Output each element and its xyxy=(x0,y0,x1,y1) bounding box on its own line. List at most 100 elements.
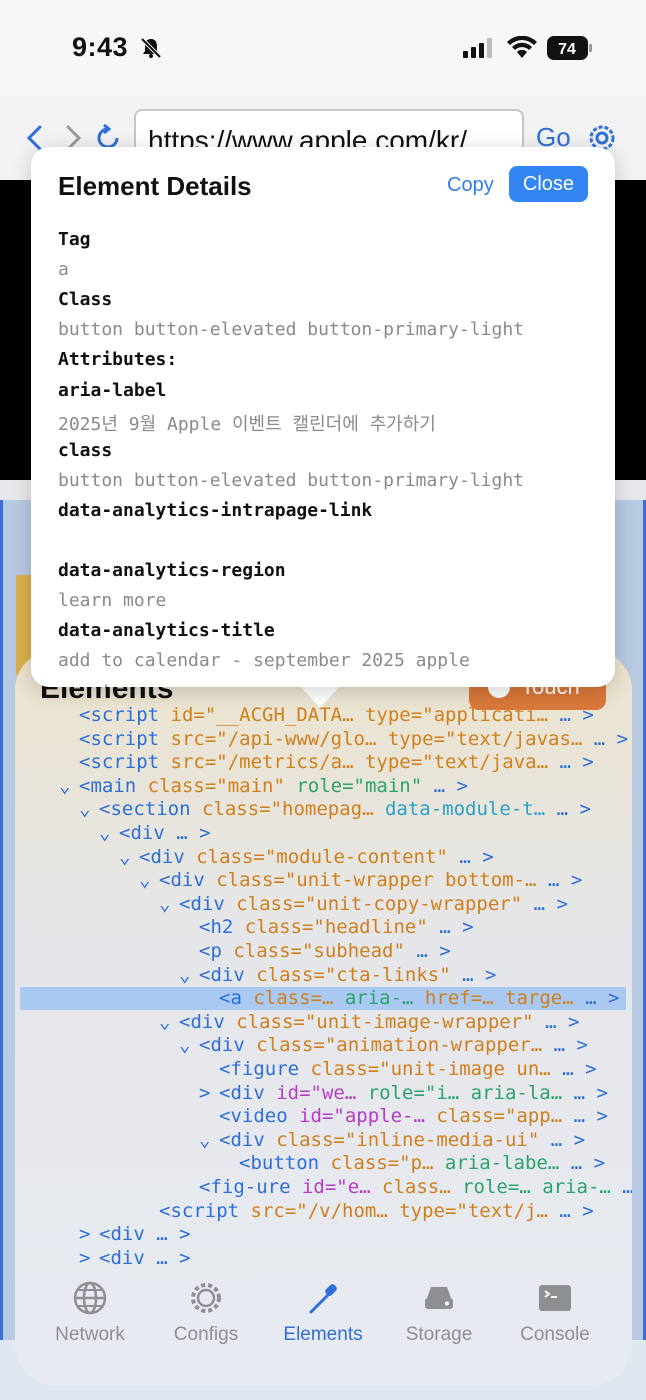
tree-row[interactable]: <video id="apple-… class="app… … > xyxy=(199,1105,608,1128)
tree-row[interactable]: ⌄ <div class="animation-wrapper… … > xyxy=(179,1034,588,1057)
tag-attribute: aria-… xyxy=(530,1176,611,1198)
detail-value: add to calendar - september 2025 apple xyxy=(58,650,470,672)
collapse-caret-icon[interactable]: ⌄ xyxy=(119,846,139,869)
tag-name: <main xyxy=(79,774,137,797)
tab-console[interactable]: Console xyxy=(500,1280,610,1346)
tab-elements[interactable]: Elements xyxy=(268,1280,378,1346)
tab-configs[interactable]: Configs xyxy=(151,1280,261,1346)
tag-attribute: targe… xyxy=(493,987,574,1010)
tag-attribute: src="/api-www/glo… xyxy=(159,727,377,750)
tree-row[interactable]: ⌄ <section class="homepag… data-module-t…… xyxy=(79,798,591,821)
tree-row[interactable]: <fig-ure id="e… class… role=… aria-… … > xyxy=(179,1176,632,1199)
tree-row[interactable]: ⌄ <div class="inline-media-ui" … > xyxy=(199,1129,585,1152)
expand-caret-icon[interactable]: > xyxy=(79,1223,99,1246)
tree-row[interactable]: ⌄ <main class="main" role="main" … > xyxy=(59,775,468,798)
eyedropper-icon xyxy=(309,1284,337,1314)
detail-value: button button-elevated button-primary-li… xyxy=(58,469,524,491)
tree-row-selected[interactable]: <a class=… aria-… href=… targe… … > xyxy=(20,987,626,1011)
tag-name: <section xyxy=(99,798,191,821)
tag-attribute: class="unit-image-wrapper" xyxy=(224,1010,534,1033)
tree-row[interactable]: ⌄ <div class="unit-wrapper bottom-… … > xyxy=(139,869,582,892)
tag-ellipsis: … > xyxy=(539,1128,586,1151)
bell-slash-icon xyxy=(140,37,162,59)
collapse-caret-icon[interactable]: ⌄ xyxy=(179,1034,199,1057)
tag-attribute: class="headline" xyxy=(233,916,428,939)
tag-ellipsis: … > xyxy=(144,1246,191,1269)
tree-row[interactable]: > <div … > xyxy=(79,1223,191,1246)
collapse-caret-icon[interactable]: ⌄ xyxy=(79,798,99,821)
tree-row[interactable]: > <div id="we… role="i… aria-la… … > xyxy=(199,1082,608,1105)
tag-attribute: role=… xyxy=(450,1176,531,1198)
terminal-icon xyxy=(539,1285,571,1311)
tag-ellipsis: … > xyxy=(582,727,629,750)
tab-storage[interactable]: Storage xyxy=(384,1280,494,1346)
tag-ellipsis: … > xyxy=(164,822,211,844)
element-details-popup: Element Details Copy Close Tag a Class butt… xyxy=(31,147,615,687)
tag-attribute: src="/v/hom… xyxy=(239,1199,388,1222)
detail-key: data-analytics-title xyxy=(58,620,275,642)
tag-ellipsis: … > xyxy=(404,940,451,962)
tag-attribute: class="app… xyxy=(424,1105,563,1128)
tag-attribute: data-module-t… xyxy=(373,798,546,821)
tree-row[interactable]: <button class="p… aria-labe… … > xyxy=(219,1152,605,1175)
copy-button[interactable]: Copy xyxy=(447,174,494,197)
tag-ellipsis: … > xyxy=(573,987,620,1010)
tag-attribute: class="main" xyxy=(136,774,285,797)
tree-row[interactable]: <script src="/api-www/glo… type="text/ja… xyxy=(59,728,628,751)
tag-name: <div xyxy=(139,845,185,868)
tag-attribute: href=… xyxy=(413,987,494,1010)
tree-row[interactable]: ⌄ <div class="cta-links" … > xyxy=(179,964,496,987)
collapse-caret-icon[interactable]: ⌄ xyxy=(179,964,199,987)
tag-ellipsis: … > xyxy=(611,1176,632,1198)
popup-pointer xyxy=(300,686,340,708)
tag-name: <script xyxy=(79,704,160,726)
tag-attribute: id="we… xyxy=(264,1081,357,1104)
tag-attribute: class="cta-links" xyxy=(244,963,451,986)
tag-attribute: class="unit-copy-wrapper" xyxy=(224,892,523,915)
collapse-caret-icon[interactable]: ⌄ xyxy=(59,775,79,798)
clock: 9:43 xyxy=(72,32,129,62)
tag-ellipsis: … > xyxy=(550,1058,597,1080)
tag-attribute: aria-… xyxy=(333,987,414,1010)
tag-ellipsis: … > xyxy=(536,869,583,892)
tab-bar: Network Configs Elements Storage Console xyxy=(15,1280,632,1385)
collapse-caret-icon[interactable]: ⌄ xyxy=(139,869,159,892)
tag-ellipsis: … > xyxy=(144,1223,191,1246)
expand-caret-icon[interactable]: > xyxy=(79,1247,99,1270)
tree-row[interactable]: ⌄ <div class="unit-copy-wrapper" … > xyxy=(159,893,568,916)
tree-row[interactable]: > <div … > xyxy=(79,1247,191,1270)
battery-level: 74 xyxy=(558,41,576,58)
collapse-caret-icon[interactable]: ⌄ xyxy=(159,893,179,916)
battery-icon: 74 xyxy=(547,36,592,60)
close-button[interactable]: Close xyxy=(509,166,588,202)
tree-row[interactable]: <script src="/v/hom… type="text/j… … > xyxy=(139,1200,594,1223)
tag-attribute: id="e… xyxy=(290,1176,371,1198)
tag-name: <script xyxy=(159,1199,240,1222)
status-bar: 9:43 74 xyxy=(0,0,646,96)
tag-attribute: id="apple-… xyxy=(287,1105,425,1128)
collapse-caret-icon[interactable]: ⌄ xyxy=(99,822,119,845)
collapse-caret-icon[interactable]: ⌄ xyxy=(199,1129,219,1152)
tree-row[interactable]: <h2 class="headline" … > xyxy=(179,916,474,939)
tag-ellipsis: … > xyxy=(548,704,594,726)
detail-key: data-analytics-region xyxy=(58,560,286,582)
tag-name: <p xyxy=(199,940,222,962)
tag-attribute: class="unit-wrapper bottom-… xyxy=(204,869,537,892)
tag-ellipsis: … > xyxy=(450,963,497,986)
tree-row[interactable]: <p class="subhead" … > xyxy=(179,940,451,963)
tree-row[interactable]: <script src="/metrics/a… type="text/java… xyxy=(59,751,594,774)
tag-attribute: type="applicati… xyxy=(353,704,549,726)
tag-attribute: class="animation-wrapper… xyxy=(244,1034,543,1057)
tree-row[interactable]: ⌄ <div class="module-content" … > xyxy=(119,846,494,869)
collapse-caret-icon[interactable]: ⌄ xyxy=(159,1011,179,1034)
tree-row[interactable]: ⌄ <div class="unit-image-wrapper" … > xyxy=(159,1011,579,1034)
tree-row[interactable]: <figure class="unit-image un… … > xyxy=(199,1058,597,1081)
detail-key: aria-label xyxy=(58,379,167,401)
tree-row[interactable]: ⌄ <div … > xyxy=(99,822,211,845)
tag-name: <div xyxy=(219,1128,265,1151)
popup-title: Element Details xyxy=(58,171,252,201)
tag-attribute: type="text/j… xyxy=(387,1199,548,1222)
tab-network[interactable]: Network xyxy=(35,1280,145,1346)
tag-attribute: src="/metrics/a… xyxy=(159,751,354,774)
expand-caret-icon[interactable]: > xyxy=(199,1082,219,1105)
